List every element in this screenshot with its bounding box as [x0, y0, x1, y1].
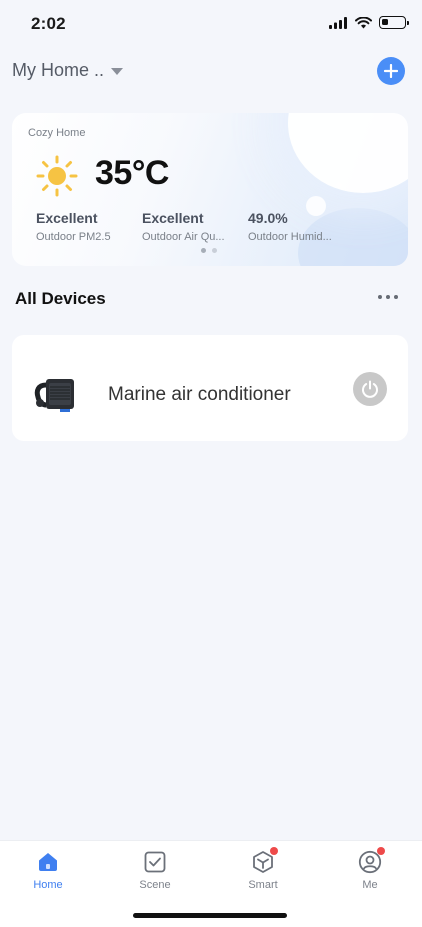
battery-level	[382, 19, 388, 25]
air-conditioner-device-icon	[34, 379, 74, 412]
home-selector[interactable]: My Home ..	[12, 60, 124, 81]
metric-pm25: Excellent Outdoor PM2.5	[36, 210, 136, 243]
more-dot	[386, 295, 390, 299]
more-dot	[378, 295, 382, 299]
page-indicator[interactable]	[201, 248, 217, 253]
tab-home[interactable]: Home	[8, 849, 88, 891]
section-title: All Devices	[15, 289, 106, 308]
metric-label: Outdoor PM2.5	[36, 231, 111, 243]
tab-label: Scene	[139, 879, 171, 891]
tab-me[interactable]: Me	[330, 847, 410, 891]
power-icon	[362, 380, 378, 398]
home-icon	[39, 853, 57, 871]
tab-label: Home	[33, 879, 63, 891]
tab-label: Me	[362, 879, 378, 891]
power-button[interactable]	[353, 372, 387, 406]
device-card[interactable]: Marine air conditioner	[12, 335, 408, 441]
page-dot[interactable]	[201, 248, 206, 253]
battery-icon	[379, 16, 409, 29]
checkbox-icon	[144, 851, 166, 873]
cellular-signal-icon	[329, 16, 347, 29]
status-time: 2:02	[31, 14, 66, 33]
wifi-icon	[355, 16, 372, 28]
caret-down-icon	[111, 67, 124, 75]
status-bar: 2:02	[0, 0, 422, 48]
notification-badge	[270, 847, 278, 855]
metric-air-quality: Excellent Outdoor Air Qu...	[142, 210, 242, 243]
temperature: 35°C	[95, 154, 169, 192]
metric-value: 49.0%	[248, 210, 288, 226]
more-dot	[394, 295, 398, 299]
sun-icon	[36, 155, 78, 197]
notification-badge	[377, 847, 385, 855]
home-label: Cozy Home	[28, 127, 86, 139]
weather-card[interactable]: Cozy Home 35°C Excellent Outdoor PM2.5 E…	[12, 113, 408, 266]
plus-icon	[384, 64, 398, 78]
metric-label: Outdoor Air Qu...	[142, 231, 225, 243]
home-indicator	[133, 913, 287, 918]
device-name: Marine air conditioner	[108, 384, 291, 405]
metric-label: Outdoor Humid...	[248, 231, 332, 243]
metric-humidity: 49.0% Outdoor Humid...	[248, 210, 348, 243]
tab-label: Smart	[248, 879, 278, 891]
metric-value: Excellent	[36, 210, 98, 226]
page-dot[interactable]	[212, 248, 217, 253]
tab-smart[interactable]: Smart	[223, 847, 303, 891]
metric-value: Excellent	[142, 210, 204, 226]
status-icons	[329, 16, 409, 29]
more-options-button[interactable]	[376, 293, 400, 301]
add-button[interactable]	[377, 57, 405, 85]
tab-scene[interactable]: Scene	[115, 849, 195, 891]
home-name: My Home ..	[12, 60, 105, 80]
